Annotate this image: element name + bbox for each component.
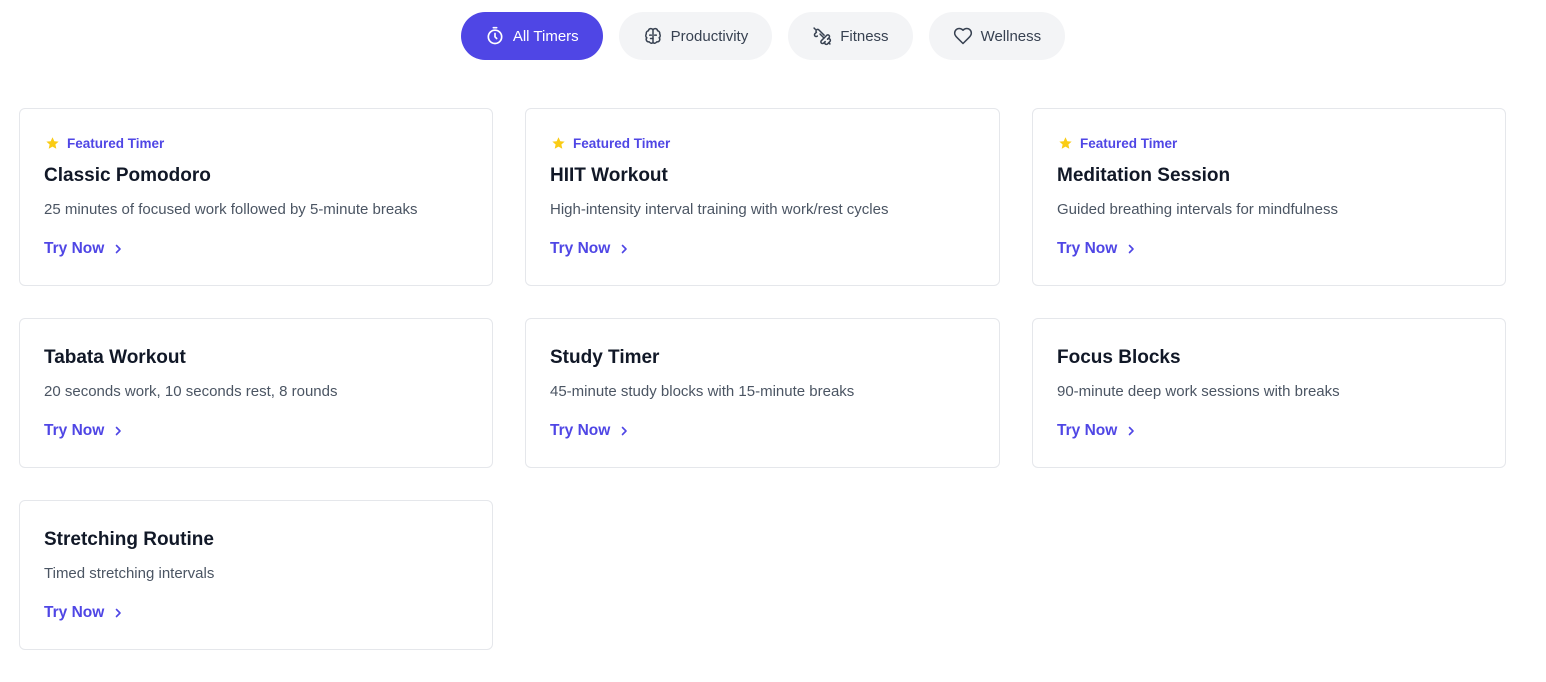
dumbbell-icon — [812, 26, 832, 46]
featured-badge-label: Featured Timer — [67, 136, 165, 151]
chevron-right-icon — [115, 608, 122, 618]
card-title: Classic Pomodoro — [44, 165, 211, 186]
card-description: High-intensity interval training with wo… — [550, 201, 889, 218]
card-title: Stretching Routine — [44, 529, 214, 550]
featured-badge-label: Featured Timer — [1080, 136, 1178, 151]
try-now-label: Try Now — [44, 422, 105, 439]
card-description: 25 minutes of focused work followed by 5… — [44, 201, 418, 218]
timer-card-tabata-workout[interactable]: Tabata Workout 20 seconds work, 10 secon… — [19, 318, 493, 468]
chevron-right-icon — [1128, 244, 1135, 254]
try-now-label: Try Now — [1057, 240, 1118, 257]
filter-productivity[interactable]: Productivity — [618, 12, 773, 60]
filter-label: Productivity — [670, 27, 749, 45]
card-description: 45-minute study blocks with 15-minute br… — [550, 383, 855, 400]
featured-badge: Featured Timer — [1058, 136, 1177, 151]
stopwatch-icon — [485, 26, 505, 46]
filter-label: Wellness — [980, 27, 1042, 45]
star-icon — [552, 137, 565, 149]
try-now-link[interactable]: Try Now — [44, 422, 124, 440]
try-now-label: Try Now — [44, 240, 105, 257]
timer-card-stretching-routine[interactable]: Stretching Routine Timed stretching inte… — [19, 500, 493, 650]
card-title: Focus Blocks — [1057, 347, 1181, 368]
timer-card-focus-blocks[interactable]: Focus Blocks 90-minute deep work session… — [1032, 318, 1506, 468]
card-description: Guided breathing intervals for mindfulne… — [1057, 201, 1338, 218]
filter-fitness[interactable]: Fitness — [788, 12, 913, 60]
star-icon — [46, 137, 59, 149]
try-now-label: Try Now — [550, 240, 611, 257]
featured-badge: Featured Timer — [45, 136, 164, 151]
card-title: Tabata Workout — [44, 347, 186, 368]
filter-wellness[interactable]: Wellness — [928, 12, 1066, 60]
chevron-right-icon — [115, 244, 122, 254]
try-now-link[interactable]: Try Now — [44, 240, 124, 258]
timer-card-study-timer[interactable]: Study Timer 45-minute study blocks with … — [525, 318, 1000, 468]
timer-card-classic-pomodoro[interactable]: Featured Timer Classic Pomodoro 25 minut… — [19, 108, 493, 286]
card-description: 90-minute deep work sessions with breaks — [1057, 383, 1340, 400]
try-now-label: Try Now — [1057, 422, 1118, 439]
try-now-label: Try Now — [44, 604, 105, 621]
try-now-link[interactable]: Try Now — [44, 604, 124, 622]
chevron-right-icon — [621, 244, 628, 254]
heart-icon — [953, 26, 973, 46]
chevron-right-icon — [1128, 426, 1135, 436]
try-now-link[interactable]: Try Now — [550, 422, 630, 440]
category-filter-bar: All Timers Productivity Fitness Wellness — [0, 12, 1526, 60]
chevron-right-icon — [115, 426, 122, 436]
card-description: 20 seconds work, 10 seconds rest, 8 roun… — [44, 383, 338, 400]
featured-badge-label: Featured Timer — [573, 136, 671, 151]
brain-icon — [643, 26, 663, 46]
try-now-label: Try Now — [550, 422, 611, 439]
try-now-link[interactable]: Try Now — [1057, 422, 1137, 440]
timer-card-grid: Featured Timer Classic Pomodoro 25 minut… — [19, 108, 1507, 682]
featured-badge: Featured Timer — [551, 136, 670, 151]
filter-label: Fitness — [840, 27, 889, 45]
card-title: Meditation Session — [1057, 165, 1231, 186]
card-title: Study Timer — [550, 347, 660, 368]
card-description: Timed stretching intervals — [44, 565, 215, 582]
filter-all-timers[interactable]: All Timers — [460, 12, 603, 60]
star-icon — [1059, 137, 1072, 149]
chevron-right-icon — [621, 426, 628, 436]
try-now-link[interactable]: Try Now — [550, 240, 630, 258]
try-now-link[interactable]: Try Now — [1057, 240, 1137, 258]
timer-card-hiit-workout[interactable]: Featured Timer HIIT Workout High-intensi… — [525, 108, 1000, 286]
filter-label: All Timers — [512, 27, 579, 45]
timer-card-meditation-session[interactable]: Featured Timer Meditation Session Guided… — [1032, 108, 1506, 286]
card-title: HIIT Workout — [550, 165, 668, 186]
